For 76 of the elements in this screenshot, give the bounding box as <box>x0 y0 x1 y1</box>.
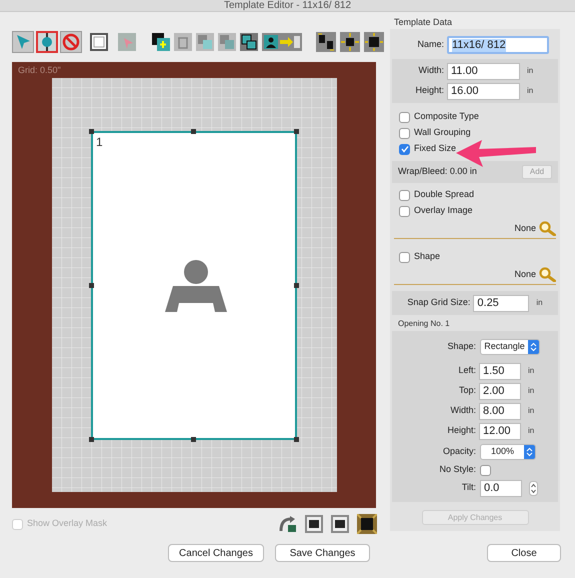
unit-label: in <box>536 297 543 309</box>
cancel-changes-button[interactable]: Cancel Changes <box>168 544 264 562</box>
unit-label: in <box>528 405 534 417</box>
unit-label: in <box>528 425 534 437</box>
name-field[interactable]: 11x16/ 812 <box>447 36 549 54</box>
field-label: No Style: <box>438 463 476 476</box>
text-field[interactable]: 1.50 <box>479 362 521 380</box>
window-title: Template Editor - 11x16/ 812 <box>224 0 352 10</box>
field-label: Left: <box>457 364 476 378</box>
up-down-arrows-icon <box>526 446 533 456</box>
checkbox-label: Double Spread <box>414 188 474 202</box>
checkbox[interactable] <box>399 206 410 216</box>
value-label: None <box>514 222 536 235</box>
frame-icon[interactable] <box>305 515 323 533</box>
section-heading: Template Data <box>393 16 454 29</box>
checkbox-label: Fixed Size <box>414 142 456 156</box>
checkbox-label: Overlay Image <box>414 204 473 218</box>
frame-icon[interactable] <box>331 515 349 533</box>
swap-layers-tool[interactable] <box>240 33 258 51</box>
rotate-icon[interactable] <box>279 516 297 532</box>
field-label: Opacity: <box>442 444 476 458</box>
center-tool[interactable] <box>340 32 360 52</box>
checkbox-label: Composite Type <box>414 110 479 124</box>
magnifier-icon[interactable] <box>539 221 556 236</box>
grid-label: Grid: 0.50" <box>18 64 61 77</box>
insert-image-tool[interactable] <box>262 33 302 51</box>
checkbox[interactable] <box>399 190 410 200</box>
value-label: None <box>514 268 536 281</box>
opening-frame[interactable]: 1 <box>91 131 297 440</box>
checkbox-label: Wall Grouping <box>414 126 471 140</box>
text-field[interactable]: 12.00 <box>479 422 521 440</box>
ornate-frame-icon[interactable] <box>357 514 377 534</box>
text-field[interactable]: 0.25 <box>473 294 530 312</box>
unit-label: in <box>528 365 534 377</box>
checkbox[interactable] <box>399 252 410 262</box>
wrap-bleed-label: Wrap/Bleed: 0.00 in <box>398 165 477 178</box>
checkbox[interactable] <box>480 464 491 476</box>
add-layer-tool[interactable] <box>152 33 170 51</box>
distribute-tool[interactable] <box>316 32 336 52</box>
opening-number: 1 <box>96 134 103 151</box>
frame-tool[interactable] <box>90 33 108 51</box>
fill-tool[interactable] <box>364 32 384 52</box>
unit-label: in <box>527 85 534 97</box>
unit-label: in <box>527 65 534 77</box>
text-field[interactable]: 2.00 <box>479 382 521 400</box>
up-down-arrows-icon <box>530 342 537 352</box>
checkbox-label: Show Overlay Mask <box>27 517 108 530</box>
text-field[interactable]: 0.0 <box>480 480 522 496</box>
save-changes-button[interactable]: Save Changes <box>275 544 370 562</box>
field-label: Tilt: <box>460 481 476 494</box>
text-field[interactable]: 8.00 <box>479 402 521 420</box>
selected-text: 11x16/ 812 <box>452 38 506 52</box>
checkbox[interactable] <box>399 144 410 154</box>
field-label: Height: <box>446 424 476 438</box>
checkbox-label: Shape <box>414 250 440 264</box>
checkbox[interactable] <box>399 112 410 122</box>
text-field[interactable]: 11.00 <box>447 62 520 80</box>
field-label: Width: <box>449 404 476 418</box>
close-button[interactable]: Close <box>487 544 561 562</box>
magnifier-icon[interactable] <box>539 267 556 282</box>
checkbox[interactable] <box>399 128 410 138</box>
field-label: Snap Grid Size: <box>407 296 470 310</box>
dropdown[interactable]: Rectangle <box>480 338 540 354</box>
field-label: Height: <box>414 84 444 98</box>
stepper[interactable] <box>529 480 538 496</box>
unit-label: in <box>528 385 534 397</box>
field-label: Top: <box>458 384 476 398</box>
field-label: Name: <box>416 38 444 52</box>
field-label: Shape: <box>446 340 476 353</box>
crosshair-tool[interactable] <box>36 31 58 53</box>
text-field[interactable]: 16.00 <box>447 82 520 100</box>
grid-page[interactable]: 1 <box>52 78 337 492</box>
person-placeholder-icon <box>165 259 227 312</box>
section-heading: Opening No. 1 <box>397 318 451 330</box>
field-label: Width: <box>417 64 444 78</box>
dropdown[interactable]: 100% <box>480 444 536 460</box>
